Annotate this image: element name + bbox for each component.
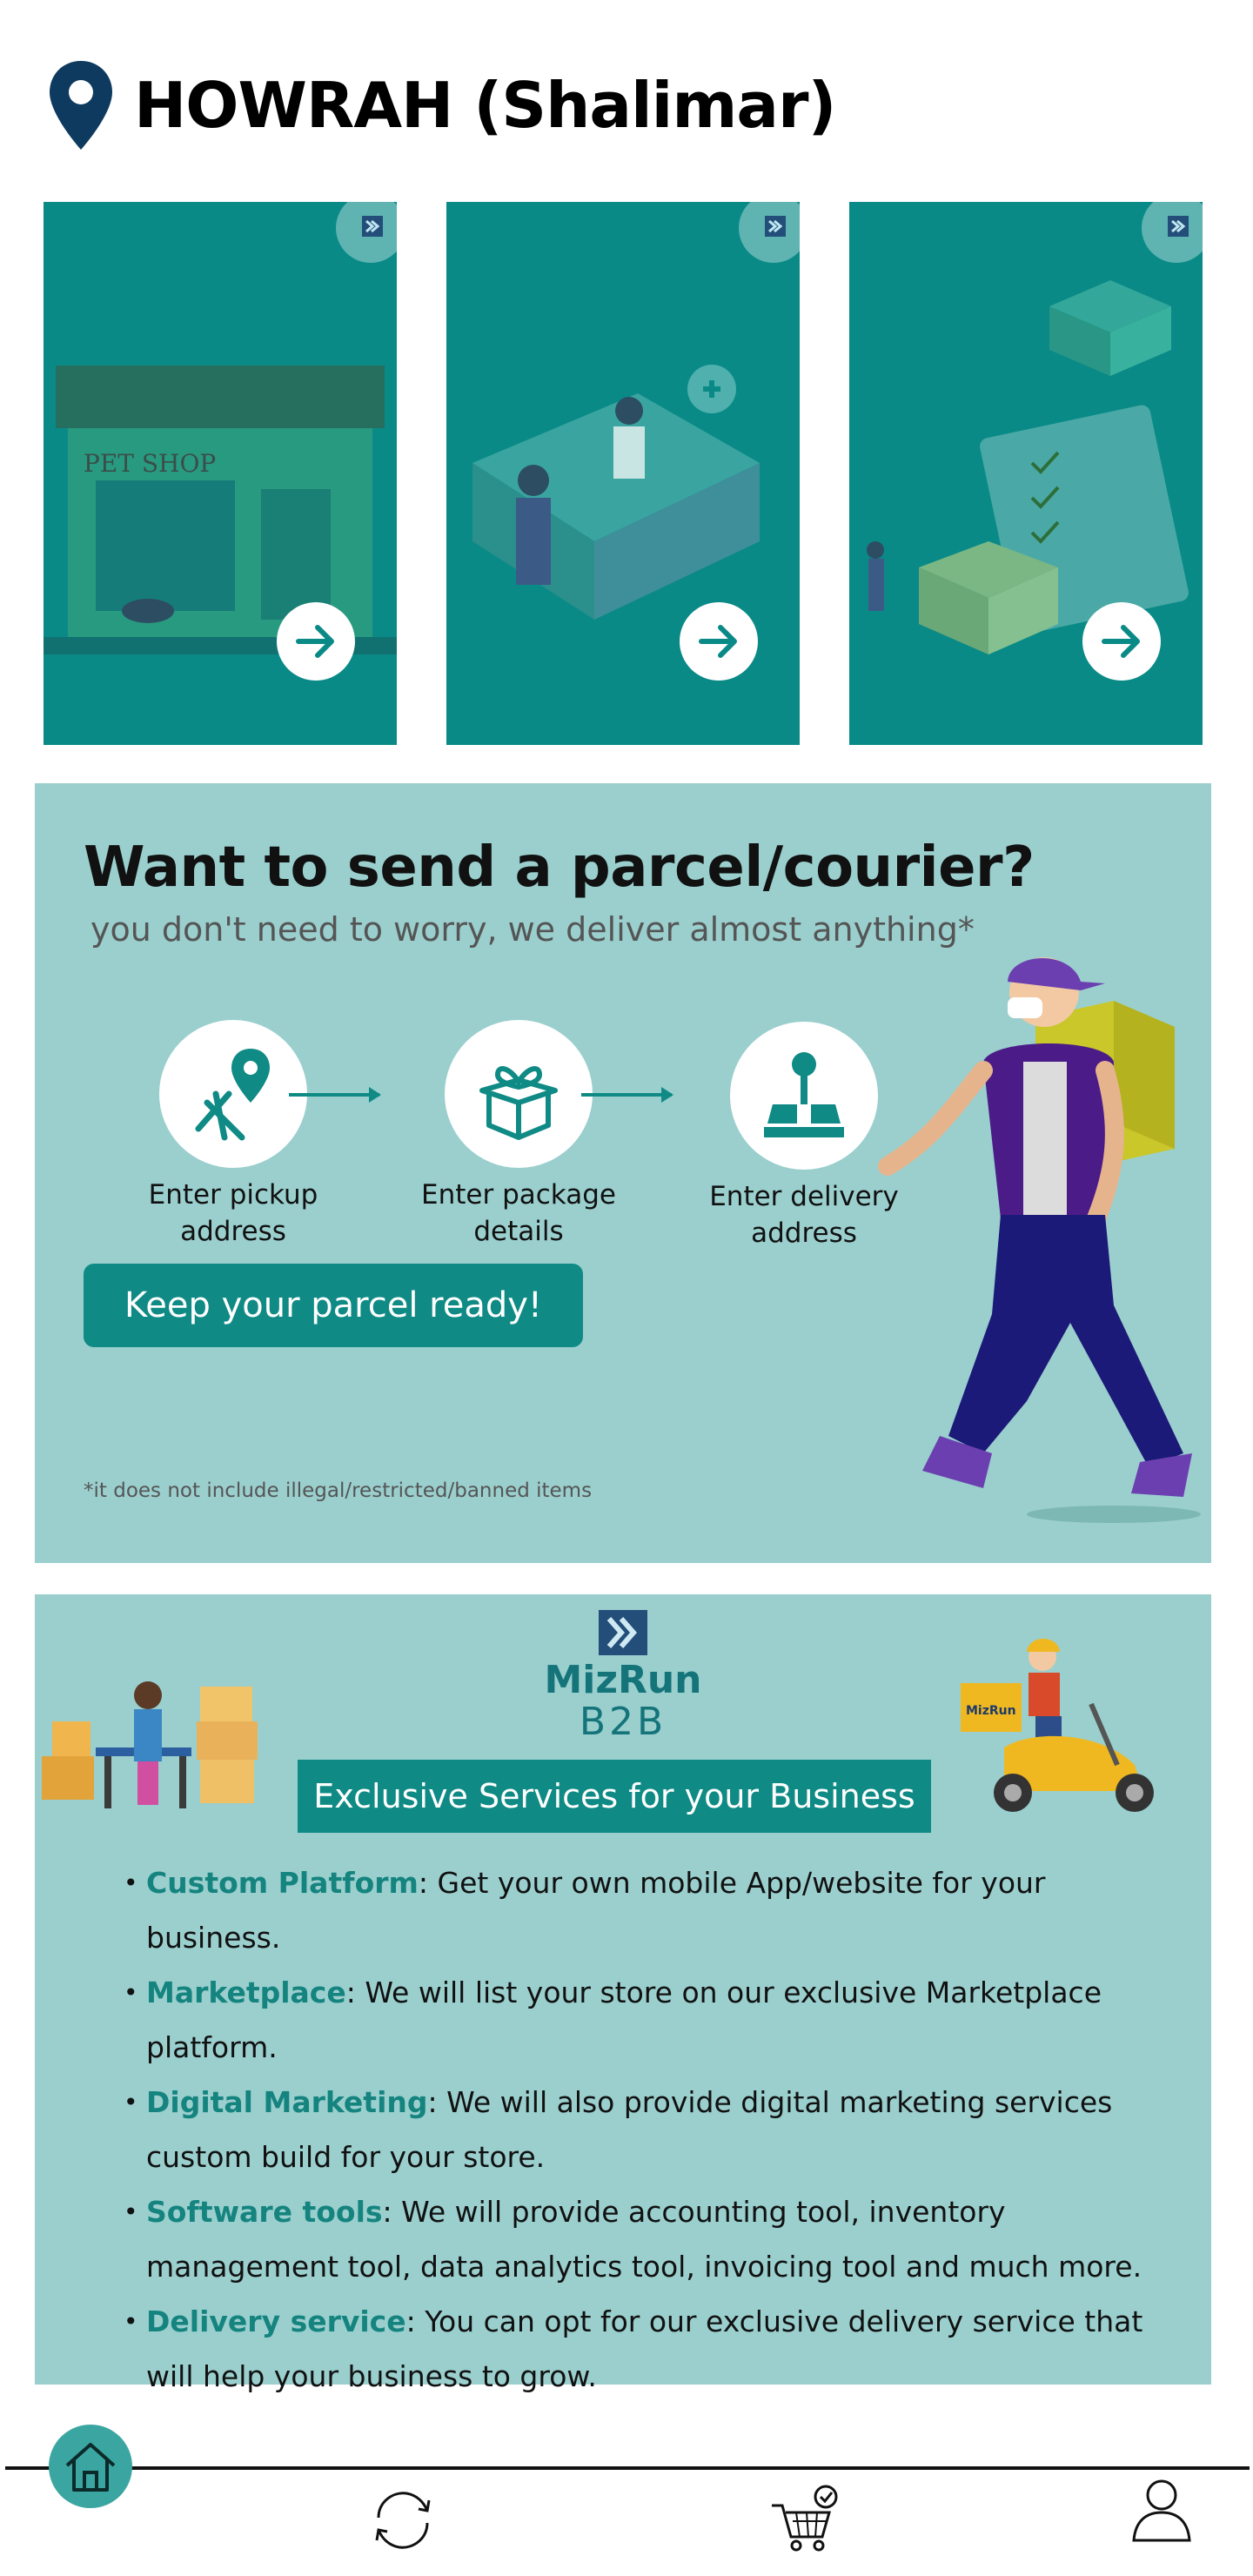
list-item: Custom Platform: Get your own mobile App…: [85, 1855, 1182, 1965]
nav-reorder-button[interactable]: [364, 2480, 442, 2559]
brand-logo-icon: [362, 216, 383, 237]
step-arrow: [289, 1087, 381, 1103]
banner-disclaimer: *it does not include illegal/restricted/…: [84, 1479, 593, 1502]
destination-icon: [764, 1052, 844, 1137]
location-pin-icon: [50, 61, 112, 150]
step-label: details: [473, 1216, 564, 1247]
brand-logo-icon: [765, 216, 786, 237]
step-pickup: Enter pickup address: [129, 1020, 338, 1250]
bottom-nav-divider: [5, 2466, 1250, 2470]
step-arrow: [581, 1087, 673, 1103]
brand-logo-icon: [599, 1610, 647, 1655]
send-parcel-banner[interactable]: Want to send a parcel/courier? you don't…: [35, 783, 1211, 1563]
category-card-pet-shop[interactable]: PET SHOP: [44, 202, 397, 745]
packages-illustration: [42, 1681, 258, 1808]
exclusive-services-heading: Exclusive Services for your Business: [298, 1760, 931, 1833]
location-header[interactable]: HOWRAH (Shalimar): [45, 57, 836, 153]
banner-title: Want to send a parcel/courier?: [84, 835, 1035, 900]
step-package: Enter package details: [414, 1020, 623, 1250]
delivery-person-illustration: [878, 957, 1201, 1523]
service-name: Digital Marketing: [146, 2085, 428, 2119]
refresh-icon: [375, 2492, 431, 2549]
list-item: Marketplace: We will list your store on …: [85, 1965, 1182, 2075]
service-name: Delivery service: [146, 2304, 406, 2338]
gift-box-icon: [479, 1066, 558, 1140]
arrow-right-icon: [699, 625, 737, 658]
keep-parcel-ready-button[interactable]: Keep your parcel ready!: [84, 1264, 583, 1347]
card-arrow-button[interactable]: [1082, 602, 1161, 681]
service-name: Software tools: [146, 2195, 383, 2229]
map-pin-icon: [195, 1049, 270, 1141]
brand-subtitle: B2B: [579, 1700, 667, 1744]
banner-subtitle: you don't need to worry, we deliver almo…: [90, 910, 975, 949]
category-card-pharmacy[interactable]: [446, 202, 800, 745]
brand-logo-icon: [1168, 216, 1189, 237]
arrow-right-icon: [296, 625, 334, 658]
step-label: Enter pickup: [148, 1179, 318, 1211]
step-label: Enter package: [421, 1179, 616, 1211]
user-icon: [1132, 2479, 1191, 2542]
step-label: address: [751, 1218, 857, 1249]
home-icon: [65, 2443, 116, 2492]
pet-shop-sign: PET SHOP: [84, 449, 216, 478]
card-arrow-button[interactable]: [277, 602, 355, 681]
list-item: Digital Marketing: We will also provide …: [85, 2075, 1182, 2184]
cart-icon: [772, 2485, 838, 2552]
step-label: address: [180, 1216, 286, 1247]
list-item: Delivery service: You can opt for our ex…: [85, 2294, 1182, 2404]
category-cards: PET SHOP: [44, 202, 1203, 745]
box-label: MizRun: [966, 1704, 1016, 1718]
nav-profile-button[interactable]: [1122, 2470, 1201, 2548]
service-name: Marketplace: [146, 1976, 346, 2009]
services-list: Custom Platform: Get your own mobile App…: [85, 1855, 1182, 2404]
arrow-right-icon: [1102, 625, 1140, 658]
card-arrow-button[interactable]: [680, 602, 758, 681]
nav-cart-button[interactable]: [766, 2480, 844, 2559]
b2b-services-banner[interactable]: MizRun B2B MizRun Exclusive Services for…: [35, 1594, 1211, 2393]
category-card-parcel[interactable]: [849, 202, 1203, 745]
scooter-delivery-illustration: MizRun: [961, 1639, 1154, 1812]
mizrun-b2b-logo: MizRun B2B: [536, 1608, 710, 1744]
brand-name: MizRun: [544, 1658, 702, 1702]
nav-home-button[interactable]: [49, 2425, 132, 2508]
location-label: HOWRAH (Shalimar): [134, 69, 836, 142]
list-item: Software tools: We will provide accounti…: [85, 2184, 1182, 2294]
service-name: Custom Platform: [146, 1866, 419, 1900]
